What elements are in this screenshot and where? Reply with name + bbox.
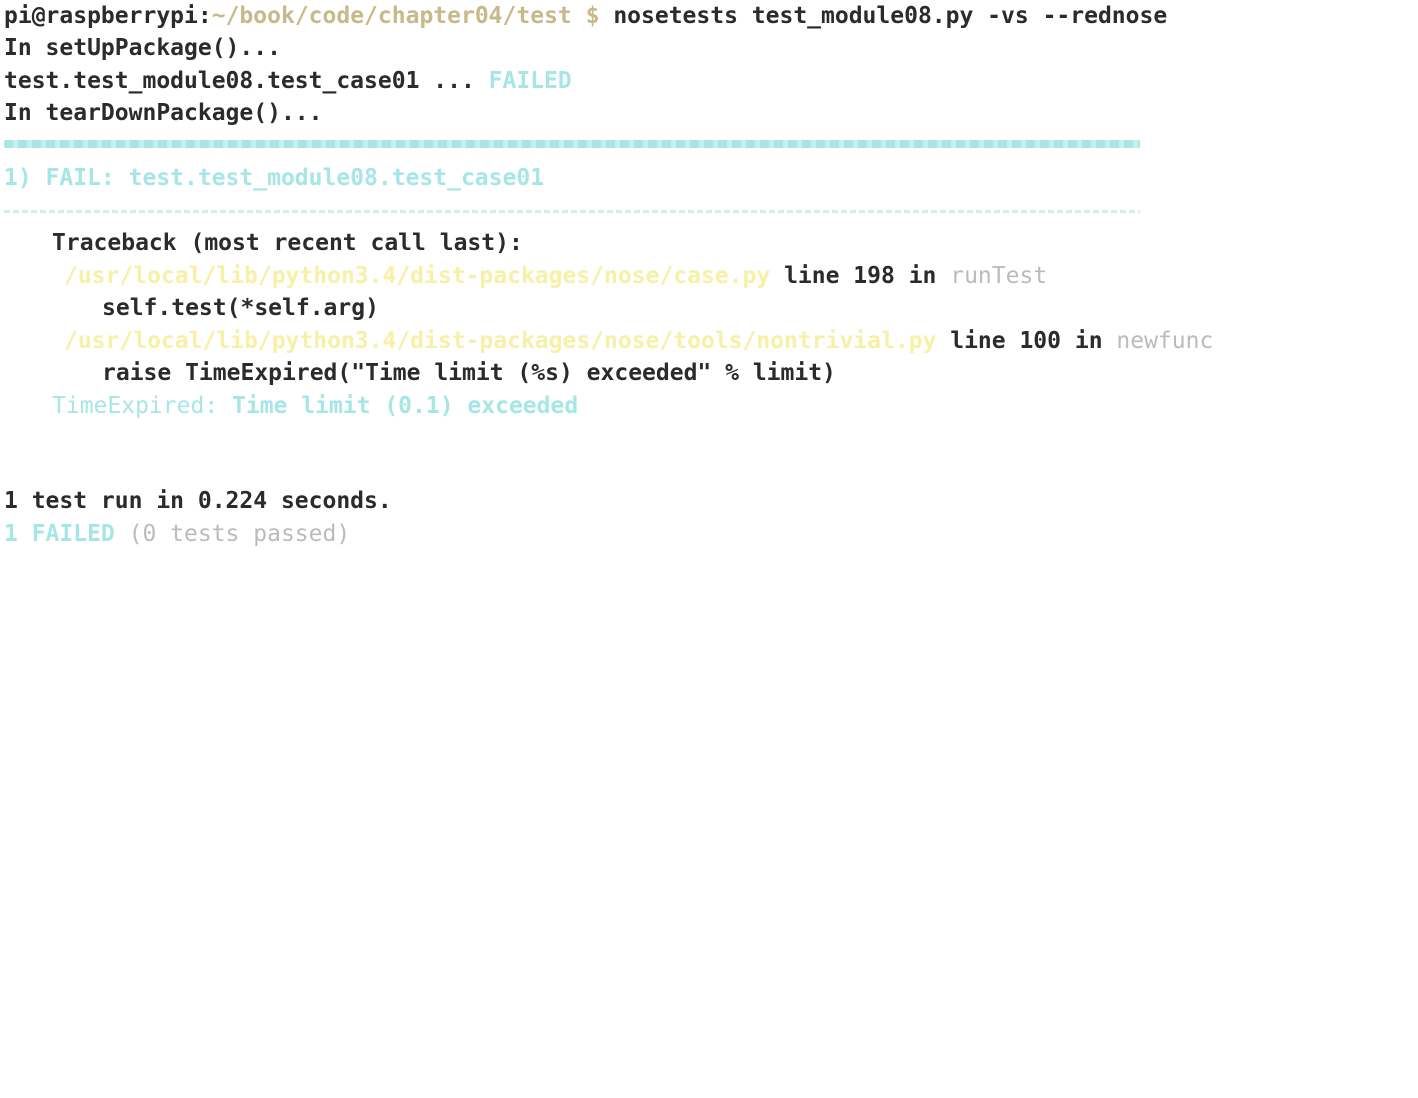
separator-heavy [4,140,1140,148]
test-result-line: test.test_module08.test_case01 ... FAILE… [4,65,572,97]
frame-1-line-text: line 198 in [770,263,951,289]
exception-name: TimeExpired: [52,393,219,419]
command-prompt-line: pi@raspberrypi:~/book/code/chapter04/tes… [4,0,1167,32]
frame-2-function: newfunc [1116,328,1214,354]
traceback-title: Traceback (most recent call last): [52,230,523,256]
frame-1-file-path: /usr/local/lib/python3.4/dist-packages/n… [64,263,771,289]
prompt-path: ~/book/code/chapter04/test [211,3,572,29]
summary-result-line: 1 FAILED (0 tests passed) [4,518,350,550]
failure-header: 1) FAIL: test.test_module08.test_case01 [4,165,545,191]
prompt-user-host: pi@raspberrypi [4,3,198,29]
summary-run-line: 1 test run in 0.224 seconds. [4,488,392,514]
terminal-window: pi@raspberrypi:~/book/code/chapter04/tes… [0,0,1418,549]
frame-1-function: runTest [950,263,1048,289]
prompt-dollar: $ [571,3,614,29]
traceback-frame-2: /usr/local/lib/python3.4/dist-packages/n… [64,325,1213,357]
prompt-command: nosetests test_module08.py -vs --rednose [613,3,1168,29]
test-case-name: test.test_module08.test_case01 ... [4,68,489,94]
summary-failed-count: 1 FAILED [4,521,115,547]
frame-1-code: self.test(*self.arg) [102,295,379,321]
frame-2-line-text: line 100 in [936,328,1117,354]
teardown-package-line: In tearDownPackage()... [4,100,323,126]
frame-2-code: raise TimeExpired("Time limit (%s) excee… [102,360,836,386]
test-status-failed: FAILED [488,68,572,94]
exception-message: Time limit (0.1) exceeded [218,393,579,419]
setup-package-line: In setUpPackage()... [4,35,281,61]
separator-light [4,210,1140,213]
frame-2-file-path: /usr/local/lib/python3.4/dist-packages/n… [64,328,937,354]
prompt-colon: : [197,3,212,29]
summary-passed-note: (0 tests passed) [114,521,351,547]
traceback-frame-1: /usr/local/lib/python3.4/dist-packages/n… [64,260,1047,292]
exception-line: TimeExpired: Time limit (0.1) exceeded [52,390,578,422]
